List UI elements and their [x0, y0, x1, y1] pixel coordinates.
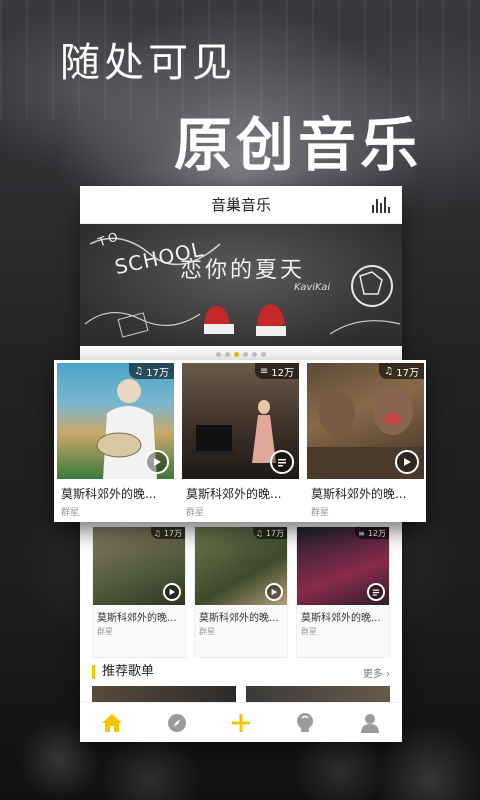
- equalizer-icon[interactable]: [372, 197, 390, 213]
- headphones-icon: ♫: [153, 528, 161, 538]
- play-icon[interactable]: [395, 450, 419, 474]
- song-cover: ≡ 12万: [297, 527, 389, 605]
- song-artist: 群星: [301, 627, 317, 636]
- promo-headline-top: 随处可见: [60, 40, 236, 86]
- song-cover: ♫ 17万: [93, 527, 185, 605]
- listen-count-badge: ♫ 17万: [150, 527, 185, 539]
- song-cover: ≡ 12万: [182, 363, 299, 479]
- carousel-dot[interactable]: [261, 351, 266, 357]
- add-icon: [231, 713, 250, 732]
- song-cover: ♫ 17万: [57, 363, 174, 479]
- playlist-icon: ≡: [358, 528, 365, 538]
- song-card[interactable]: ≡ 12万 莫斯科郊外的晚... 群星: [296, 526, 390, 658]
- tab-profile[interactable]: [355, 708, 385, 738]
- chalk-doodle-art: [84, 237, 401, 338]
- song-title: 莫斯科郊外的晚...: [97, 613, 177, 624]
- playlist-icon[interactable]: [367, 583, 385, 601]
- promo-headline-main: 原创音乐: [173, 111, 422, 179]
- song-cover: ♫ 17万: [307, 363, 424, 479]
- banner-title: 恋你的夏天: [180, 258, 306, 283]
- song-title: 莫斯科郊外的晚...: [311, 487, 407, 501]
- tab-add[interactable]: [226, 708, 256, 738]
- playlist-count-badge: ≡ 12万: [254, 363, 299, 379]
- playlist-count-badge: ≡ 12万: [355, 527, 389, 539]
- banner-subtitle: KaviKai: [294, 282, 331, 293]
- song-title: 莫斯科郊外的晚...: [199, 613, 279, 624]
- playlist-icon[interactable]: [270, 450, 294, 474]
- app-title: 音巢音乐: [210, 196, 271, 214]
- listen-count-badge: ♫ 17万: [129, 363, 174, 379]
- play-icon[interactable]: [145, 450, 169, 474]
- featured-song-card[interactable]: ♫ 17万 莫斯科郊外的晚... 群星: [307, 363, 424, 519]
- song-title: 莫斯科郊外的晚...: [61, 487, 157, 501]
- featured-song-row: ♫ 17万 莫斯科郊外的晚... 群星 ≡ 12万 莫斯科郊外的晚... 群星 …: [54, 360, 426, 522]
- recommended-section-header: 推荐歌单 更多 ›: [92, 662, 390, 682]
- tab-ideas[interactable]: [290, 708, 320, 738]
- carousel-dot-active[interactable]: [234, 351, 239, 357]
- banner-carousel[interactable]: TO SCHOOL 恋你的夏天 KaviKai: [80, 224, 402, 346]
- carousel-dot[interactable]: [243, 351, 248, 357]
- song-cover: ♫ 17万: [195, 527, 287, 605]
- profile-icon: [360, 713, 379, 733]
- playlist-cover[interactable]: [92, 686, 236, 702]
- playlist-cover[interactable]: [246, 686, 390, 702]
- more-link[interactable]: 更多 ›: [363, 665, 390, 680]
- play-icon[interactable]: [163, 583, 181, 601]
- headphones-icon: ♫: [255, 528, 263, 538]
- song-artist: 群星: [199, 627, 215, 636]
- song-artist: 群星: [61, 508, 80, 518]
- listen-count-badge: ♫ 17万: [252, 527, 287, 539]
- headphones-icon: ♫: [134, 365, 144, 377]
- carousel-dot[interactable]: [216, 351, 221, 357]
- listen-count-badge: ♫ 17万: [379, 363, 424, 379]
- tab-home[interactable]: [97, 708, 127, 738]
- bulb-icon: [297, 712, 314, 732]
- featured-song-card[interactable]: ♫ 17万 莫斯科郊外的晚... 群星: [57, 363, 174, 519]
- song-artist: 群星: [311, 508, 330, 518]
- song-card[interactable]: ♫ 17万 莫斯科郊外的晚... 群星: [92, 526, 186, 658]
- song-title: 莫斯科郊外的晚...: [301, 613, 381, 624]
- play-icon[interactable]: [265, 583, 283, 601]
- section-title: 推荐歌单: [92, 665, 154, 679]
- song-title: 莫斯科郊外的晚...: [186, 487, 282, 501]
- carousel-dot[interactable]: [225, 351, 230, 357]
- featured-song-card[interactable]: ≡ 12万 莫斯科郊外的晚... 群星: [182, 363, 299, 519]
- carousel-dot[interactable]: [252, 351, 257, 357]
- app-header: 音巢音乐: [80, 186, 402, 224]
- headphones-icon: ♫: [384, 365, 394, 377]
- home-icon: [102, 713, 123, 732]
- song-card[interactable]: ♫ 17万 莫斯科郊外的晚... 群星: [194, 526, 288, 658]
- bottom-tab-bar: [80, 702, 402, 742]
- tab-discover[interactable]: [162, 708, 192, 738]
- song-grid: ♫ 17万 莫斯科郊外的晚... 群星 ♫ 17万 莫斯科郊外的晚... 群星 …: [92, 526, 390, 658]
- song-artist: 群星: [97, 627, 113, 636]
- playlist-icon: ≡: [259, 365, 269, 377]
- chevron-right-icon: ›: [386, 668, 390, 680]
- song-artist: 群星: [186, 508, 205, 518]
- discover-compass-icon: [167, 713, 186, 732]
